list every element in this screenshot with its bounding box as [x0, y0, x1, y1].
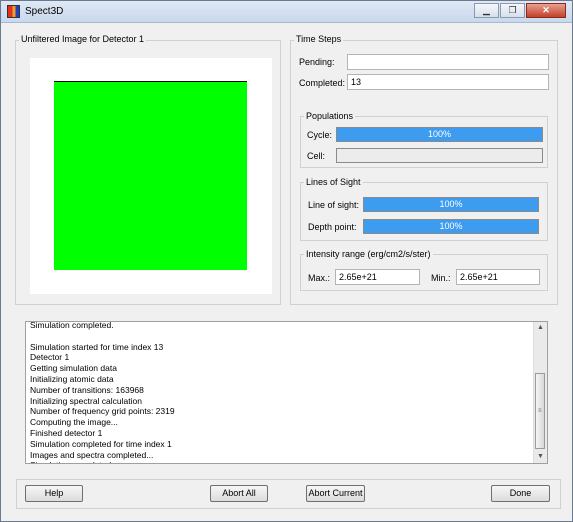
close-button[interactable]: ✕ — [526, 3, 566, 18]
scroll-thumb[interactable]: ≡ — [535, 373, 545, 449]
log-line: Simulation completed for time index 1 — [30, 438, 172, 449]
populations-title: Populations — [304, 111, 356, 121]
cycle-label: Cycle: — [307, 130, 333, 140]
pending-field[interactable] — [347, 54, 549, 70]
scroll-up-icon[interactable]: ▲ — [534, 322, 547, 334]
depth-point-label: Depth point: — [308, 222, 357, 232]
done-button[interactable]: Done — [491, 485, 550, 502]
abort-all-button[interactable]: Abort All — [210, 485, 268, 502]
max-field[interactable]: 2.65e+21 — [335, 269, 420, 285]
maximize-button[interactable]: ❐ — [500, 3, 525, 18]
log-line: Detector 1 — [30, 352, 70, 363]
log-line: Images and spectra completed... — [30, 449, 154, 460]
max-label: Max.: — [308, 273, 331, 283]
help-button[interactable]: Help — [25, 485, 83, 502]
app-icon — [7, 5, 20, 18]
cycle-progress-text: 100% — [427, 129, 452, 139]
lines-of-sight-title: Lines of Sight — [304, 177, 363, 187]
log-line: Simulation started for time index 13 — [30, 341, 164, 352]
abort-current-button[interactable]: Abort Current — [306, 485, 365, 502]
log-line: Simulation completed. — [30, 460, 529, 463]
cell-progress-bar — [336, 148, 543, 163]
log-line: Computing the image... — [30, 417, 118, 428]
line-of-sight-progress-text: 100% — [439, 199, 463, 209]
button-bar — [16, 479, 561, 509]
detector-image — [54, 81, 247, 270]
cycle-progress-bar: 100% — [336, 127, 543, 142]
line-of-sight-label: Line of sight: — [308, 200, 360, 210]
depth-point-progress-text: 100% — [439, 221, 463, 231]
line-of-sight-progress-bar: 100% — [363, 197, 539, 212]
log-line: Initializing spectral calculation — [30, 395, 142, 406]
intensity-title: Intensity range (erg/cm2/s/ster) — [304, 249, 433, 259]
log-output[interactable]: Simulation completed. Simulation started… — [25, 321, 548, 464]
image-group-title: Unfiltered Image for Detector 1 — [19, 34, 147, 44]
detector-image-panel — [30, 58, 272, 294]
log-line: Getting simulation data — [30, 363, 117, 374]
log-line: Number of frequency grid points: 2319 — [30, 406, 175, 417]
scroll-down-icon[interactable]: ▼ — [534, 451, 547, 463]
minimize-button[interactable]: ▁ — [474, 3, 499, 18]
log-scrollbar[interactable]: ▲ ≡ ▼ — [533, 322, 547, 463]
log-line: Finished detector 1 — [30, 427, 103, 438]
min-label: Min.: — [431, 273, 451, 283]
log-lines: Simulation completed. Simulation started… — [30, 321, 529, 463]
main-window: Spect3D ▁ ❐ ✕ Unfiltered Image for Detec… — [0, 0, 573, 522]
completed-label: Completed: — [299, 78, 346, 88]
cell-label: Cell: — [307, 151, 326, 161]
min-field[interactable]: 2.65e+21 — [456, 269, 540, 285]
pending-label: Pending: — [299, 57, 335, 67]
window-title: Spect3D — [25, 6, 64, 17]
completed-field[interactable]: 13 — [347, 74, 549, 90]
time-steps-title: Time Steps — [294, 34, 344, 44]
depth-point-progress-bar: 100% — [363, 219, 539, 234]
log-line: Simulation completed. — [30, 321, 114, 330]
log-line: Number of transitions: 163968 — [30, 384, 144, 395]
title-bar[interactable]: Spect3D ▁ ❐ ✕ — [1, 1, 572, 23]
log-line: Initializing atomic data — [30, 373, 114, 384]
